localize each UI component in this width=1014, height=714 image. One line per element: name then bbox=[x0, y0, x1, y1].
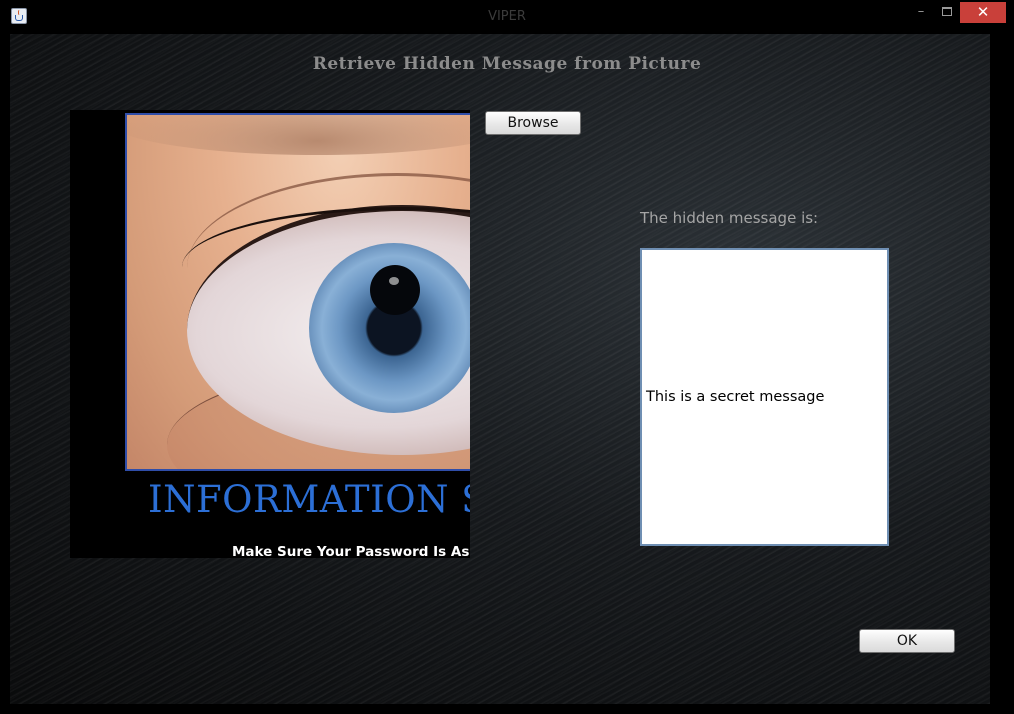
ok-button[interactable]: OK bbox=[859, 629, 955, 653]
page-title: Retrieve Hidden Message from Picture bbox=[312, 54, 702, 74]
maximize-button[interactable] bbox=[935, 2, 959, 24]
image-preview: INFORMATION SE Make Sure Your Password I… bbox=[70, 110, 470, 558]
eye-photo bbox=[125, 113, 470, 471]
banner-subtitle: Make Sure Your Password Is As Uni bbox=[232, 544, 470, 558]
banner-title: INFORMATION SE bbox=[148, 478, 470, 521]
hidden-message-label: The hidden message is: bbox=[640, 209, 819, 227]
window-title: VIPER bbox=[488, 9, 526, 24]
minimize-button[interactable]: – bbox=[907, 2, 935, 24]
close-button[interactable]: ✕ bbox=[960, 2, 1006, 23]
browse-button[interactable]: Browse bbox=[485, 111, 581, 135]
title-bar: VIPER – ✕ bbox=[0, 0, 1014, 34]
hidden-message-textarea[interactable]: This is a secret message bbox=[640, 248, 889, 546]
maximize-icon bbox=[942, 7, 952, 16]
hidden-message-text: This is a secret message bbox=[646, 389, 825, 405]
